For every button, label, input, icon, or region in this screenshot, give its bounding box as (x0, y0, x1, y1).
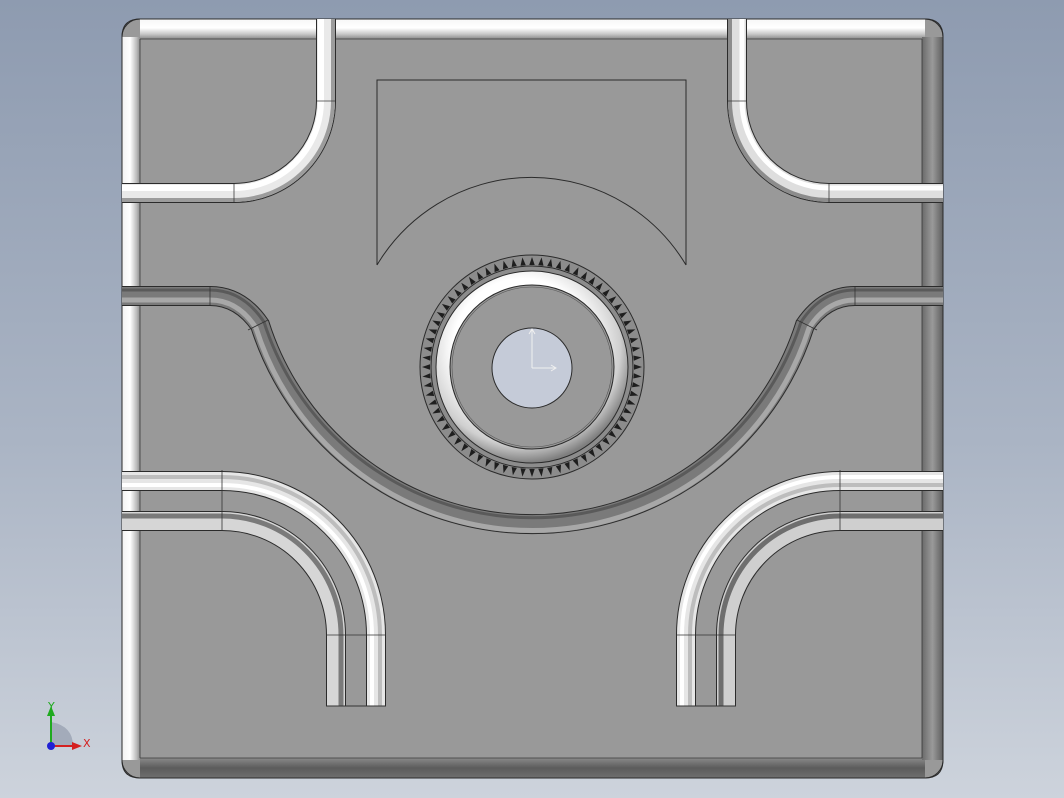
triad-plane-icon (51, 722, 73, 746)
cad-graphics-viewport[interactable]: Y X (0, 0, 1064, 798)
triad-y-label: Y (47, 700, 55, 713)
bottom-fillet-edge (140, 758, 925, 778)
top-fillet-edge (140, 19, 925, 39)
coordinate-triad: Y X (47, 700, 91, 750)
right-fillet-edge (922, 37, 943, 760)
knurled-boss[interactable] (419, 254, 645, 480)
triad-x-label: X (83, 737, 91, 750)
left-fillet-edge (122, 37, 140, 760)
